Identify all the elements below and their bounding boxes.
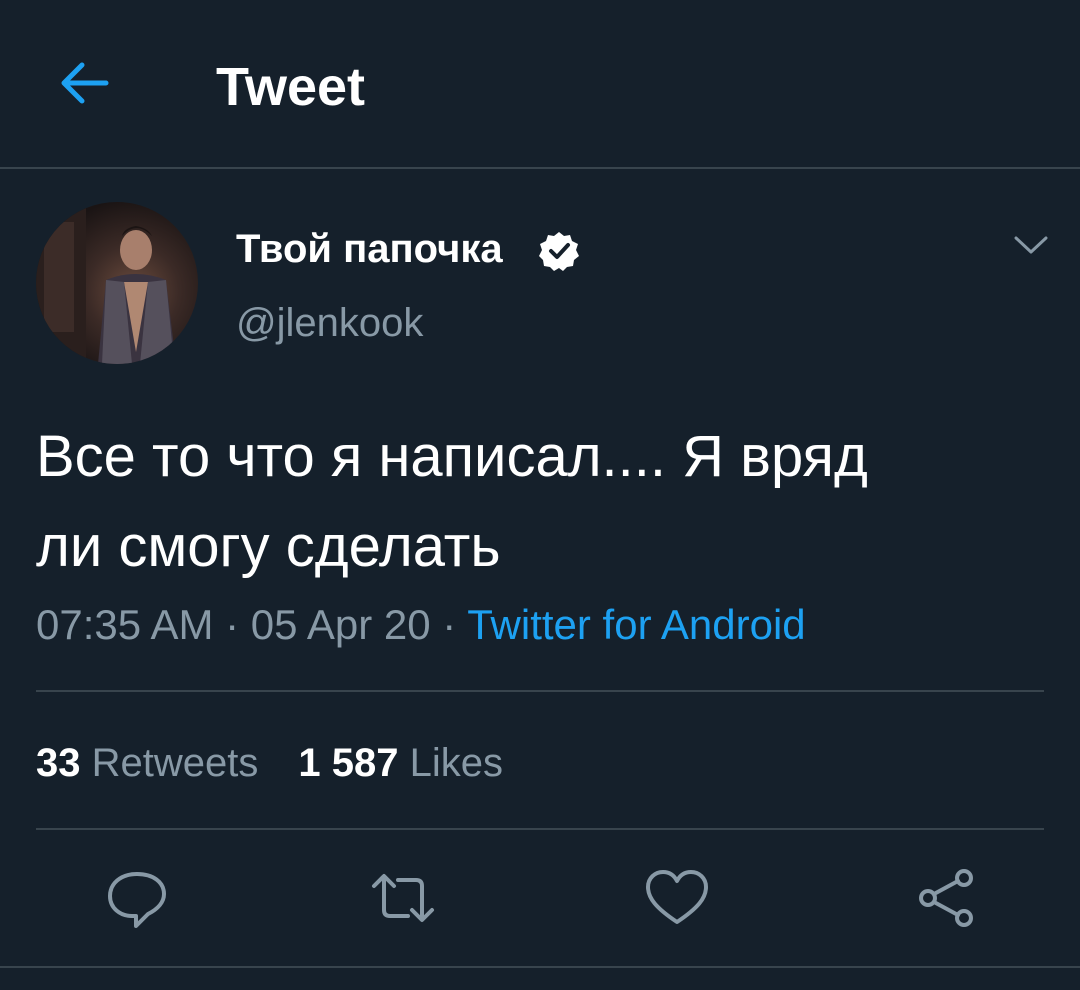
- verified-badge-icon: [539, 232, 579, 271]
- tweet-date: 05 Apr 20: [250, 601, 431, 648]
- divider: [36, 828, 1044, 830]
- back-button[interactable]: [54, 57, 114, 109]
- likes-count: 1 587: [298, 741, 399, 785]
- chevron-down-icon: [1014, 236, 1048, 254]
- user-handle[interactable]: @jlenkook: [236, 298, 423, 348]
- display-name[interactable]: Твой папочка: [236, 224, 503, 274]
- retweets-label: Retweets: [91, 741, 259, 785]
- retweet-icon: [372, 874, 434, 922]
- divider: [36, 690, 1044, 692]
- tweet-source-link[interactable]: Twitter for Android: [467, 601, 805, 648]
- tweet-text-line: ли смогу сделать: [36, 514, 501, 579]
- share-button[interactable]: [912, 866, 982, 930]
- arrow-left-icon: [61, 62, 109, 104]
- likes-stat[interactable]: 1 587 Likes: [298, 736, 503, 790]
- like-button[interactable]: [642, 866, 712, 930]
- retweet-button[interactable]: [368, 866, 438, 930]
- tweet-time: 07:35 AM: [36, 601, 214, 648]
- retweets-count: 33: [36, 741, 81, 785]
- share-icon: [919, 869, 973, 927]
- like-icon: [646, 870, 708, 924]
- tweet-meta: 07:35 AM · 05 Apr 20 · Twitter for Andro…: [36, 598, 806, 652]
- meta-separator: ·: [430, 601, 468, 648]
- reply-icon: [108, 872, 166, 928]
- top-bar: Tweet: [0, 0, 1080, 169]
- page-title: Tweet: [216, 57, 366, 117]
- retweets-stat[interactable]: 33 Retweets: [36, 736, 258, 790]
- divider: [0, 966, 1080, 968]
- meta-separator: ·: [213, 601, 251, 648]
- reply-button[interactable]: [102, 866, 172, 930]
- tweet-stats: 33 Retweets 1 587 Likes: [36, 736, 503, 790]
- avatar-photo: [36, 202, 176, 364]
- avatar[interactable]: [36, 202, 198, 364]
- tweet-text: Все то что я написал.... Я вряд ли смогу…: [36, 412, 1036, 592]
- likes-label: Likes: [409, 741, 503, 785]
- tweet-text-line: Все то что я написал.... Я вряд: [36, 424, 868, 489]
- tweet-options-button[interactable]: [1008, 228, 1054, 264]
